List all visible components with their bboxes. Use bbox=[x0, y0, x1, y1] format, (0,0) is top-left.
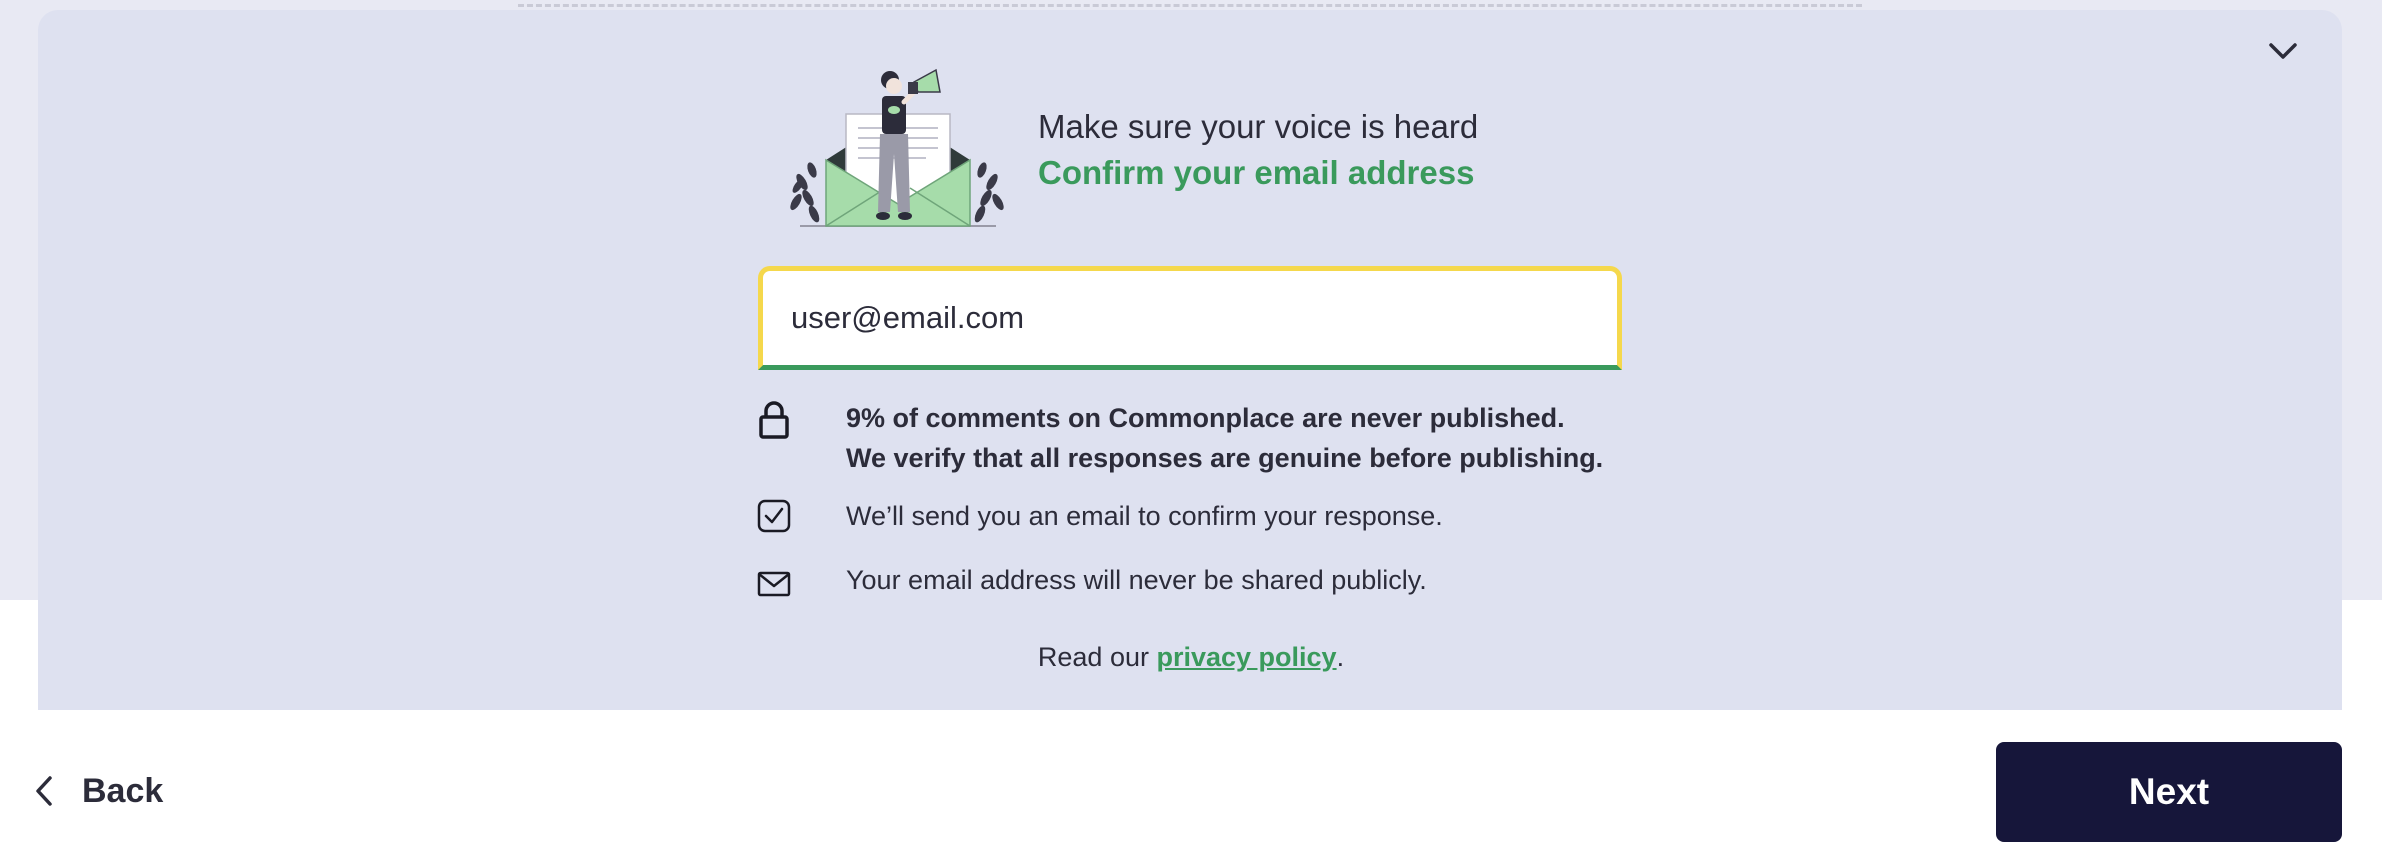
email-input[interactable] bbox=[758, 266, 1622, 370]
privacy-suffix: . bbox=[1336, 642, 1345, 672]
checkbox-icon bbox=[756, 498, 792, 534]
privacy-note-text: Your email address will never be shared … bbox=[846, 565, 1427, 595]
collapse-button[interactable] bbox=[2262, 34, 2304, 68]
next-button[interactable]: Next bbox=[1996, 742, 2342, 842]
confirm-notice: We’ll send you an email to confirm your … bbox=[756, 498, 1443, 534]
verification-text-2: We verify that all responses are genuine… bbox=[846, 443, 1604, 473]
lock-icon bbox=[756, 401, 792, 439]
chevron-down-icon bbox=[2269, 43, 2297, 59]
chevron-left-icon bbox=[36, 776, 52, 806]
dashed-divider bbox=[518, 4, 1862, 7]
verification-text-1: 9% of comments on Commonplace are never … bbox=[846, 403, 1565, 433]
page-subtitle: Confirm your email address bbox=[1038, 154, 1475, 191]
privacy-policy-link[interactable]: privacy policy bbox=[1156, 642, 1336, 672]
verification-notice: 9% of comments on Commonplace are never … bbox=[756, 401, 1603, 473]
back-button[interactable]: Back bbox=[34, 766, 163, 816]
page-title: Make sure your voice is heard bbox=[1038, 108, 1479, 145]
privacy-policy-line: Read our privacy policy. bbox=[0, 642, 2382, 673]
confirm-text: We’ll send you an email to confirm your … bbox=[846, 501, 1443, 531]
back-label: Back bbox=[82, 771, 164, 810]
privacy-prefix: Read our bbox=[1037, 642, 1157, 672]
privacy-notice: Your email address will never be shared … bbox=[756, 565, 1427, 602]
megaphone-illustration bbox=[790, 68, 1004, 227]
mail-icon bbox=[756, 566, 792, 602]
